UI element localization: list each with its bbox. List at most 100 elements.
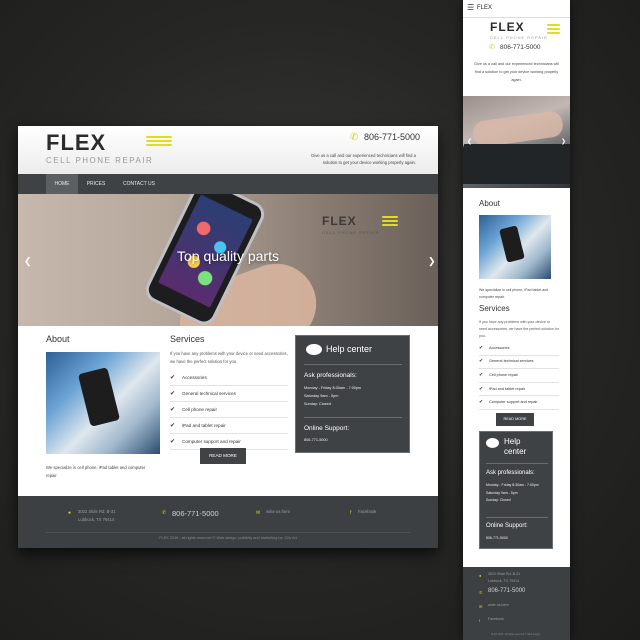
services-heading: Services [170, 334, 205, 344]
services-list: ✔ Accessories ✔ General technical services… [170, 370, 288, 450]
mobile-online-support-title: Online Support: [486, 523, 528, 529]
chevron-right-icon[interactable]: ❯ [428, 256, 436, 267]
mobile-read-more-button[interactable]: READ MORE [496, 413, 534, 426]
hero-logo-stripes-icon [382, 216, 398, 228]
divider [304, 364, 402, 365]
footer-email-link[interactable]: write us here [266, 508, 290, 516]
footer-phone[interactable]: 806-771-5000 [172, 509, 219, 518]
mobile-header-intro: Give us a call and our experienced techn… [474, 62, 559, 82]
list-item[interactable]: ✔ Accessories [170, 370, 288, 386]
mobile-footer-facebook-link[interactable]: Facebook [488, 616, 504, 623]
footer-copyright: FLEX 2016 - all rights reserved © Web de… [159, 536, 297, 540]
check-icon: ✔ [170, 390, 176, 397]
help-center-heading: Help center [326, 344, 373, 354]
check-icon: ✔ [170, 422, 176, 429]
mobile-about-image [479, 215, 551, 279]
logo-subtitle: CELL PHONE REPAIR [46, 156, 154, 165]
mobile-services-list: ✔ Accessories ✔ General technical services… [479, 342, 559, 410]
map-pin-icon: ● [479, 573, 482, 578]
mobile-help-center-heading: Help center [504, 437, 527, 456]
header-phone[interactable]: 806-771-5000 [364, 132, 420, 142]
nav-contact-us[interactable]: CONTACT US [114, 174, 164, 194]
help-center-panel: Help center Ask professionals: Monday - … [295, 335, 410, 453]
mobile-help-center-panel: Help center Ask professionals: Monday - … [479, 431, 553, 549]
mobile-ask-professionals-title: Ask professionals: [486, 470, 535, 476]
list-item[interactable]: ✔ General technical services [170, 386, 288, 402]
site-logo[interactable]: FLEX [46, 130, 106, 156]
mobile-about-text: We specialize in cell phone, iPad tablet… [479, 288, 549, 299]
phone-icon: ✆ [489, 44, 495, 51]
chat-bubble-icon [306, 344, 322, 355]
opening-hours: Monday - Friday 8:30am - 7:00pm Saturday… [304, 386, 362, 406]
divider [486, 463, 548, 464]
check-icon: ✔ [170, 406, 176, 413]
mobile-footer-phone[interactable]: 806-771-5000 [488, 588, 525, 594]
site-header: FLEX CELL PHONE REPAIR ✆ 806-771-5000 Gi… [18, 126, 438, 174]
desktop-mockup: FLEX CELL PHONE REPAIR ✆ 806-771-5000 Gi… [18, 126, 438, 548]
mobile-logo-subtitle: CELL PHONE REPAIR [490, 35, 548, 40]
site-footer: ● 3022 Slide Rd. B-31 Lubbock, TX 79414 … [18, 496, 438, 548]
mobile-menu-title[interactable]: FLEX [477, 5, 492, 11]
facebook-icon: f [479, 618, 481, 623]
hero-logo: FLEX [322, 214, 357, 228]
chevron-right-icon[interactable]: ❯ [561, 138, 566, 145]
mail-icon: ✉ [256, 510, 261, 516]
mobile-about-heading: About [479, 199, 500, 208]
read-more-button[interactable]: READ MORE [200, 448, 246, 464]
hero-tablet-image [463, 144, 570, 184]
nav-home[interactable]: HOME [46, 174, 78, 194]
check-icon: ✔ [170, 374, 176, 381]
list-item[interactable]: ✔ General technical services [479, 356, 559, 370]
divider [304, 417, 402, 418]
check-icon: ✔ [479, 344, 484, 351]
hamburger-menu-icon[interactable]: ☰ [467, 3, 474, 12]
logo-stripes-icon [146, 136, 172, 148]
check-icon: ✔ [479, 385, 484, 392]
hero-logo-subtitle: CELL PHONE REPAIR [322, 230, 380, 235]
chevron-left-icon[interactable]: ❮ [467, 138, 472, 145]
check-icon: ✔ [479, 358, 484, 365]
mobile-mockup: ☰ FLEX FLEX CELL PHONE REPAIR ✆ 806-771-… [463, 0, 570, 640]
mobile-footer: ● 3022 Slide Rd. B-31 Lubbock, TX 79414 … [463, 567, 570, 640]
footer-facebook-link[interactable]: Facebook [358, 508, 376, 516]
check-icon: ✔ [479, 399, 484, 406]
mobile-menu-bar: ☰ FLEX [463, 0, 570, 18]
main-nav: HOME PRICES CONTACT US [18, 174, 438, 194]
mobile-opening-hours: Monday - Friday 8:30am - 7:00pm Saturday… [486, 483, 539, 503]
hero-hands-image [471, 109, 565, 149]
mobile-header-phone[interactable]: 806-771-5000 [500, 44, 540, 51]
check-icon: ✔ [479, 371, 484, 378]
ask-professionals-title: Ask professionals: [304, 372, 357, 379]
chevron-left-icon[interactable]: ❮ [24, 256, 32, 267]
list-item[interactable]: ✔ Cell phone repair [170, 402, 288, 418]
mobile-hero-slider [463, 96, 570, 188]
mobile-footer-copyright: FLEX 2016 - all rights reserved © Web de… [491, 633, 542, 636]
mobile-footer-email-link[interactable]: write us here [488, 602, 509, 609]
divider [486, 517, 548, 518]
hero-slider: FLEX CELL PHONE REPAIR Top quality parts [18, 194, 438, 326]
footer-address: 3022 Slide Rd. B-31 Lubbock, TX 79414 [78, 509, 116, 522]
list-item[interactable]: ✔ Computer support and repair [479, 396, 559, 410]
list-item[interactable]: ✔ iPad and tablet repair [479, 383, 559, 397]
online-support-phone[interactable]: 806-771-5000 [304, 438, 328, 442]
header-intro: Give us a call and our experienced techn… [311, 153, 416, 165]
mail-icon: ✉ [479, 604, 483, 609]
phone-icon: ✆ [162, 510, 167, 516]
content-area: About We specialize in cell phone, iPad … [18, 326, 438, 496]
mobile-footer-address: 3022 Slide Rd. B-31 Lubbock, TX 79414 [488, 572, 521, 583]
list-item[interactable]: ✔ Cell phone repair [479, 369, 559, 383]
phone-icon: ✆ [350, 132, 359, 143]
mobile-online-support-phone[interactable]: 806-771-5000 [486, 536, 508, 540]
services-intro: If you have any problems with your devic… [170, 351, 288, 364]
footer-divider [46, 532, 410, 533]
list-item[interactable]: ✔ iPad and tablet repair [170, 418, 288, 434]
hero-title: Top quality parts [177, 248, 279, 264]
nav-prices[interactable]: PRICES [78, 174, 114, 194]
about-heading: About [46, 334, 70, 344]
list-item[interactable]: ✔ Accessories [479, 342, 559, 356]
logo-stripes-icon [547, 24, 560, 36]
about-image [46, 352, 160, 454]
mobile-logo[interactable]: FLEX [490, 20, 525, 34]
online-support-title: Online Support: [304, 425, 350, 432]
about-text: We specialize in cell phone, iPad tablet… [46, 465, 146, 478]
